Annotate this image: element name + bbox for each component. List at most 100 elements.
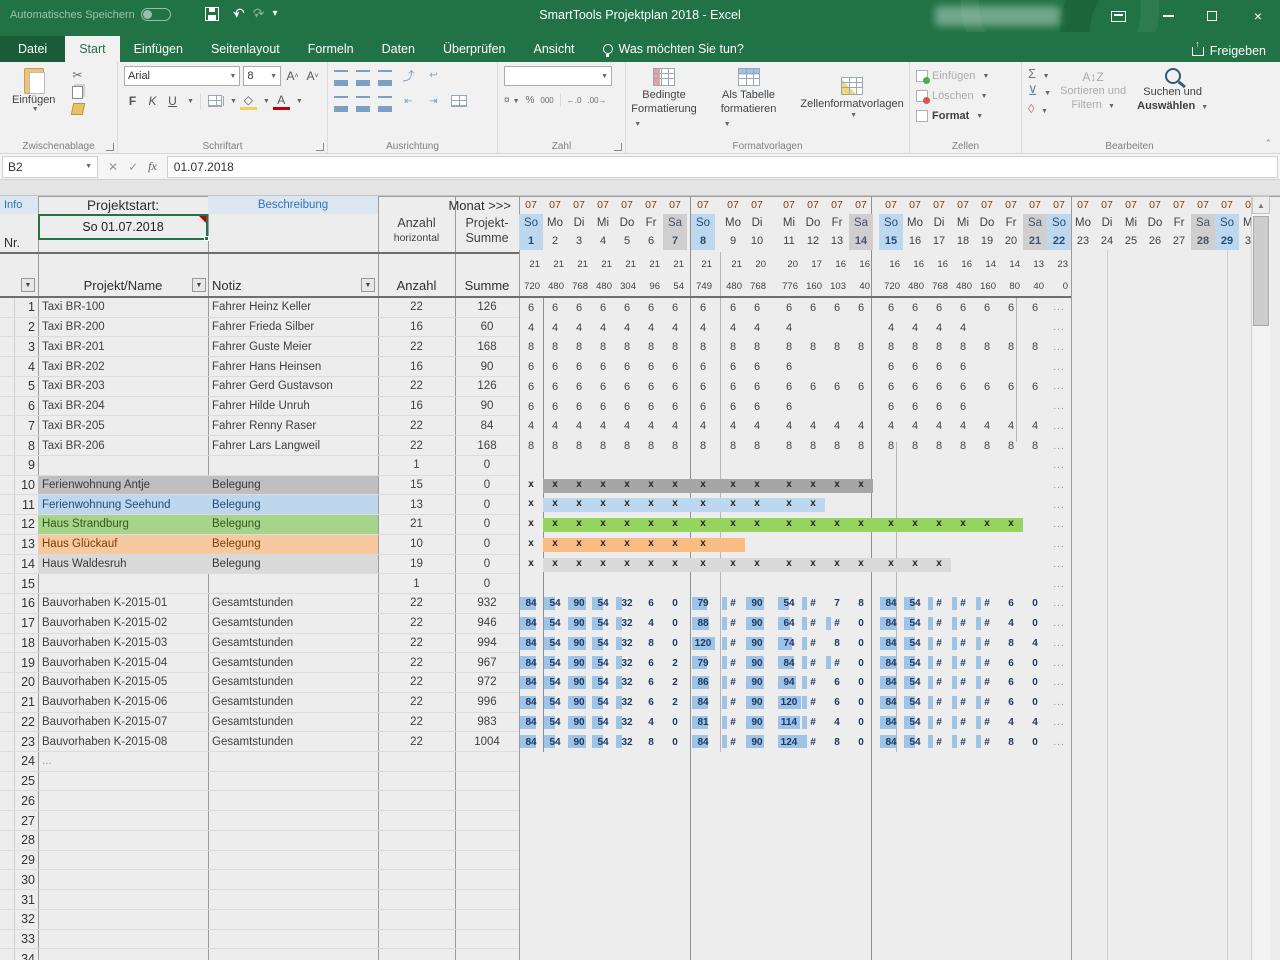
- day-count-cell[interactable]: 13: [1023, 256, 1047, 272]
- grid-cell[interactable]: 8: [591, 436, 615, 456]
- grid-cell[interactable]: 54: [591, 693, 615, 713]
- notiz-cell[interactable]: Fahrer Lars Langweil: [208, 436, 378, 456]
- grid-cell[interactable]: 90: [567, 713, 591, 733]
- enter-formula-icon[interactable]: ✓: [128, 160, 138, 174]
- summe-cell[interactable]: 996: [455, 693, 519, 713]
- project-name-cell[interactable]: Bauvorhaben K-2015-02: [38, 614, 208, 634]
- day-number-header[interactable]: 6: [639, 232, 663, 250]
- grid-cell[interactable]: 94: [777, 673, 801, 693]
- grid-cell[interactable]: 4: [849, 416, 873, 436]
- row-number-cell[interactable]: 10: [0, 476, 38, 496]
- day-month-header[interactable]: 07: [615, 196, 639, 214]
- grid-cell[interactable]: 90: [567, 732, 591, 752]
- italic-button[interactable]: K: [144, 92, 161, 110]
- notiz-cell[interactable]: [208, 930, 378, 950]
- grid-cell[interactable]: 6: [951, 357, 975, 377]
- increase-decimal-button[interactable]: ←.0: [567, 96, 582, 105]
- font-color-dropdown-icon[interactable]: ▼: [296, 98, 303, 105]
- grid-cell[interactable]: 90: [567, 653, 591, 673]
- project-name-cell[interactable]: [38, 890, 208, 910]
- grid-cell[interactable]: 6: [999, 653, 1023, 673]
- grid-cell[interactable]: 54: [543, 634, 567, 654]
- grid-cell[interactable]: 8: [519, 337, 543, 357]
- grid-cell[interactable]: 54: [591, 614, 615, 634]
- anzahl-cell[interactable]: 22: [378, 713, 455, 733]
- day-month-header[interactable]: 07: [1191, 196, 1215, 214]
- increase-indent-icon[interactable]: ⇥: [425, 92, 442, 110]
- project-name-cell[interactable]: Taxi BR-201: [38, 337, 208, 357]
- grid-cell[interactable]: 6: [745, 357, 769, 377]
- fill-color-button[interactable]: ◇: [240, 92, 257, 110]
- row-number-cell[interactable]: 26: [0, 792, 38, 812]
- merge-center-button[interactable]: [450, 92, 467, 110]
- grid-cell[interactable]: 8: [849, 594, 873, 614]
- row-number-cell[interactable]: 5: [0, 377, 38, 397]
- grid-cell[interactable]: #: [951, 673, 975, 693]
- project-name-cell[interactable]: [38, 870, 208, 890]
- day-name-header[interactable]: Mi: [1119, 214, 1143, 232]
- format-as-table-button[interactable]: Als Tabelle formatieren ▼: [711, 68, 787, 130]
- grid-cell[interactable]: #: [951, 594, 975, 614]
- formula-input[interactable]: 01.07.2018: [167, 156, 1278, 178]
- anzahl-cell[interactable]: [378, 831, 455, 851]
- grid-cell[interactable]: 6: [591, 377, 615, 397]
- summe-cell[interactable]: 90: [455, 397, 519, 417]
- summe-cell[interactable]: 0: [455, 495, 519, 515]
- grid-cell[interactable]: 4: [1023, 634, 1047, 654]
- grid-cell[interactable]: 90: [567, 693, 591, 713]
- grid-cell[interactable]: 88: [691, 614, 715, 634]
- autosum-button[interactable]: Σ ▼: [1028, 66, 1051, 81]
- grid-cell[interactable]: 84: [519, 634, 543, 654]
- day-sum-cell[interactable]: 480: [903, 278, 927, 294]
- anzahl-cell[interactable]: 22: [378, 673, 455, 693]
- summe-cell[interactable]: 126: [455, 377, 519, 397]
- day-sum-cell[interactable]: 40: [1023, 278, 1047, 294]
- grid-cell[interactable]: 6: [639, 594, 663, 614]
- summe-cell[interactable]: [455, 930, 519, 950]
- summe-cell[interactable]: [455, 831, 519, 851]
- grid-cell[interactable]: 32: [615, 594, 639, 614]
- grid-cell[interactable]: #: [721, 713, 745, 733]
- project-name-cell[interactable]: [38, 772, 208, 792]
- grid-cell[interactable]: 4: [543, 318, 567, 338]
- project-name-cell[interactable]: Bauvorhaben K-2015-08: [38, 732, 208, 752]
- grid-cell[interactable]: 120: [691, 634, 715, 654]
- clear-button[interactable]: ◊ ▼: [1028, 101, 1051, 116]
- day-month-header[interactable]: 07: [1023, 196, 1047, 214]
- grid-cell[interactable]: 8: [825, 436, 849, 456]
- grid-cell[interactable]: 8: [999, 337, 1023, 357]
- project-name-cell[interactable]: Haus Waldesruh: [38, 555, 208, 575]
- accounting-format-button[interactable]: ¤▼: [504, 95, 520, 106]
- grid-cell[interactable]: 6: [639, 357, 663, 377]
- grid-cell[interactable]: 84: [879, 693, 903, 713]
- row-number-cell[interactable]: 22: [0, 713, 38, 733]
- grid-cell[interactable]: 0: [849, 634, 873, 654]
- project-name-cell[interactable]: Bauvorhaben K-2015-06: [38, 693, 208, 713]
- grid-cell[interactable]: 7: [825, 594, 849, 614]
- day-number-header[interactable]: 7: [663, 232, 687, 250]
- day-number-header[interactable]: 11: [777, 232, 801, 250]
- summe-cell[interactable]: [455, 890, 519, 910]
- grid-cell[interactable]: 54: [591, 732, 615, 752]
- anzahl-cell[interactable]: 13: [378, 495, 455, 515]
- anzahl-cell[interactable]: 1: [378, 574, 455, 594]
- find-select-button[interactable]: Suchen und Auswählen ▼: [1137, 68, 1208, 114]
- day-name-header[interactable]: Do: [801, 214, 825, 232]
- notiz-cell[interactable]: Belegung: [208, 515, 378, 535]
- day-name-header[interactable]: Di: [745, 214, 769, 232]
- row-number-cell[interactable]: 17: [0, 614, 38, 634]
- grid-cell[interactable]: 4: [927, 416, 951, 436]
- day-sum-cell[interactable]: 54: [663, 278, 687, 294]
- grid-cell[interactable]: 8: [951, 337, 975, 357]
- grid-cell[interactable]: 4: [543, 416, 567, 436]
- day-count-cell[interactable]: 21: [639, 256, 663, 272]
- day-month-header[interactable]: 07: [567, 196, 591, 214]
- day-count-cell[interactable]: 20: [745, 256, 769, 272]
- anzahl-cell[interactable]: [378, 949, 455, 960]
- row-number-cell[interactable]: 31: [0, 890, 38, 910]
- notiz-cell[interactable]: Belegung: [208, 476, 378, 496]
- grid-cell[interactable]: #: [951, 614, 975, 634]
- day-month-header[interactable]: 07: [825, 196, 849, 214]
- anzahl-cell[interactable]: 22: [378, 594, 455, 614]
- row-number-cell[interactable]: 19: [0, 653, 38, 673]
